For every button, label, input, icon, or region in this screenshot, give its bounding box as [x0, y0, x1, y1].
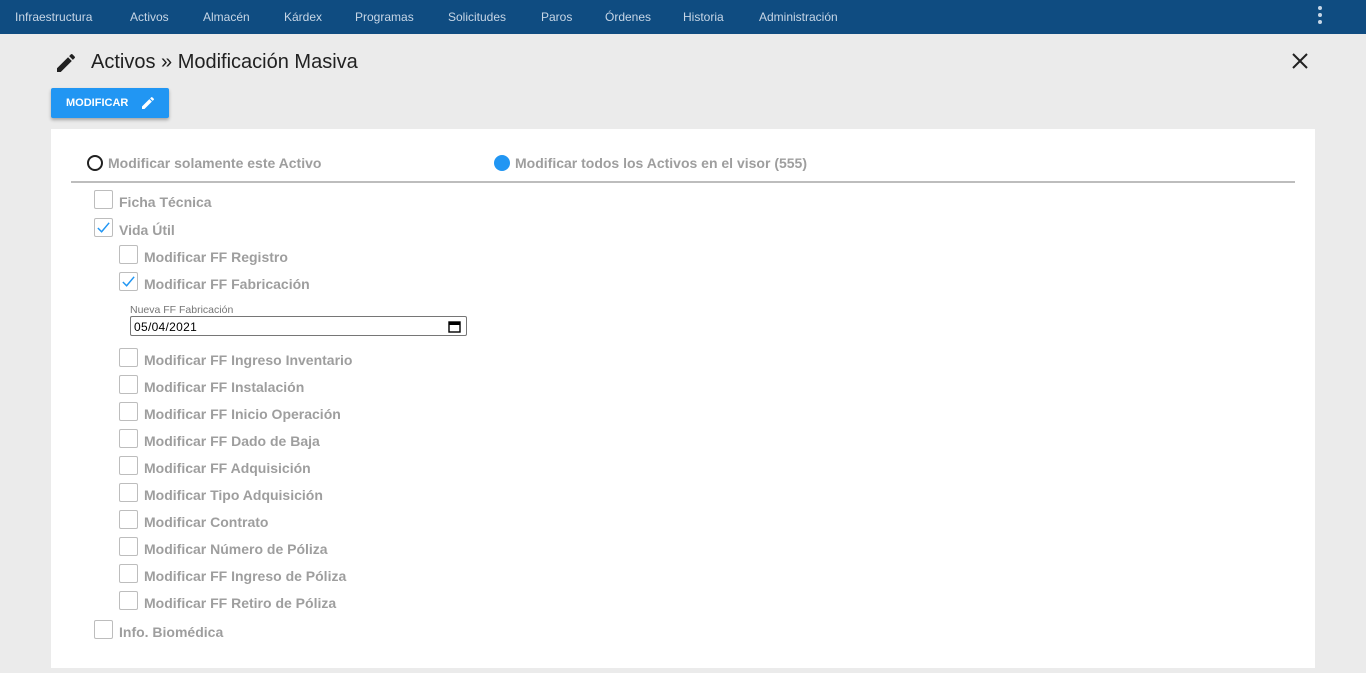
edit-pencil-icon	[57, 53, 76, 72]
modify-button[interactable]: MODIFICAR	[51, 88, 169, 118]
checkbox-ff-fabricacion-label[interactable]: Modificar FF Fabricación	[144, 276, 310, 292]
checkbox-contrato[interactable]	[119, 510, 138, 529]
checkbox-contrato-label[interactable]: Modificar Contrato	[144, 514, 268, 530]
checkbox-ff-ingreso-inventario-label[interactable]: Modificar FF Ingreso Inventario	[144, 352, 352, 368]
calendar-icon[interactable]	[448, 320, 461, 333]
modify-button-label: MODIFICAR	[66, 97, 129, 109]
checkbox-ff-fabricacion[interactable]	[119, 272, 138, 291]
fabricacion-date-value: 05/04/2021	[134, 320, 198, 334]
radio-modify-all[interactable]	[494, 155, 510, 171]
checkbox-ficha-tecnica[interactable]	[94, 190, 113, 209]
nav-item-historia[interactable]: Historia	[683, 10, 724, 24]
nav-item-ordenes[interactable]: Órdenes	[605, 10, 651, 24]
close-icon[interactable]	[1288, 49, 1312, 73]
radio-modify-single[interactable]	[87, 155, 103, 171]
checkbox-vida-util-label[interactable]: Vida Útil	[119, 222, 175, 238]
checkbox-info-biomedica[interactable]	[94, 620, 113, 639]
radio-modify-all-label[interactable]: Modificar todos los Activos en el visor …	[515, 155, 807, 171]
nav-item-infraestructura[interactable]: Infraestructura	[15, 10, 92, 24]
checkbox-tipo-adquisicion[interactable]	[119, 483, 138, 502]
checkbox-ff-dado-de-baja[interactable]	[119, 429, 138, 448]
checkbox-ff-instalacion[interactable]	[119, 375, 138, 394]
checkbox-ff-instalacion-label[interactable]: Modificar FF Instalación	[144, 379, 304, 395]
nav-item-programas[interactable]: Programas	[355, 10, 414, 24]
checkbox-ff-adquisicion-label[interactable]: Modificar FF Adquisición	[144, 460, 311, 476]
nav-item-almacen[interactable]: Almacén	[203, 10, 250, 24]
checkbox-ff-inicio-operacion[interactable]	[119, 402, 138, 421]
nav-item-activos[interactable]: Activos	[130, 10, 169, 24]
checkbox-ff-registro-label[interactable]: Modificar FF Registro	[144, 249, 288, 265]
fabricacion-date-label: Nueva FF Fabricación	[130, 304, 234, 316]
checkbox-numero-poliza-label[interactable]: Modificar Número de Póliza	[144, 541, 328, 557]
checkmark-icon	[122, 276, 135, 287]
top-nav-bar: Infraestructura Activos Almacén Kárdex P…	[0, 0, 1366, 34]
nav-item-administracion[interactable]: Administración	[759, 10, 838, 24]
more-menu-icon[interactable]	[1314, 4, 1326, 26]
fabricacion-date-input[interactable]: 05/04/2021	[130, 316, 467, 336]
checkbox-vida-util[interactable]	[94, 218, 113, 237]
page-title: Activos » Modificación Masiva	[91, 51, 358, 73]
checkbox-numero-poliza[interactable]	[119, 537, 138, 556]
checkmark-icon	[97, 222, 110, 233]
checkbox-ff-dado-de-baja-label[interactable]: Modificar FF Dado de Baja	[144, 433, 320, 449]
nav-item-kardex[interactable]: Kárdex	[284, 10, 322, 24]
checkbox-info-biomedica-label[interactable]: Info. Biomédica	[119, 624, 223, 640]
nav-item-paros[interactable]: Paros	[541, 10, 572, 24]
checkbox-ff-ingreso-inventario[interactable]	[119, 348, 138, 367]
radio-modify-single-label[interactable]: Modificar solamente este Activo	[108, 155, 321, 171]
checkbox-ff-adquisicion[interactable]	[119, 456, 138, 475]
pencil-icon	[142, 96, 155, 109]
checkbox-ff-registro[interactable]	[119, 245, 138, 264]
checkbox-ff-retiro-poliza-label[interactable]: Modificar FF Retiro de Póliza	[144, 595, 336, 611]
checkbox-ff-ingreso-poliza-label[interactable]: Modificar FF Ingreso de Póliza	[144, 568, 346, 584]
checkbox-ff-ingreso-poliza[interactable]	[119, 564, 138, 583]
checkbox-ff-inicio-operacion-label[interactable]: Modificar FF Inicio Operación	[144, 406, 341, 422]
divider	[71, 181, 1295, 183]
modification-panel: Modificar solamente este Activo Modifica…	[51, 129, 1315, 668]
checkbox-ff-retiro-poliza[interactable]	[119, 591, 138, 610]
checkbox-tipo-adquisicion-label[interactable]: Modificar Tipo Adquisición	[144, 487, 323, 503]
nav-item-solicitudes[interactable]: Solicitudes	[448, 10, 506, 24]
checkbox-ficha-tecnica-label[interactable]: Ficha Técnica	[119, 194, 212, 210]
